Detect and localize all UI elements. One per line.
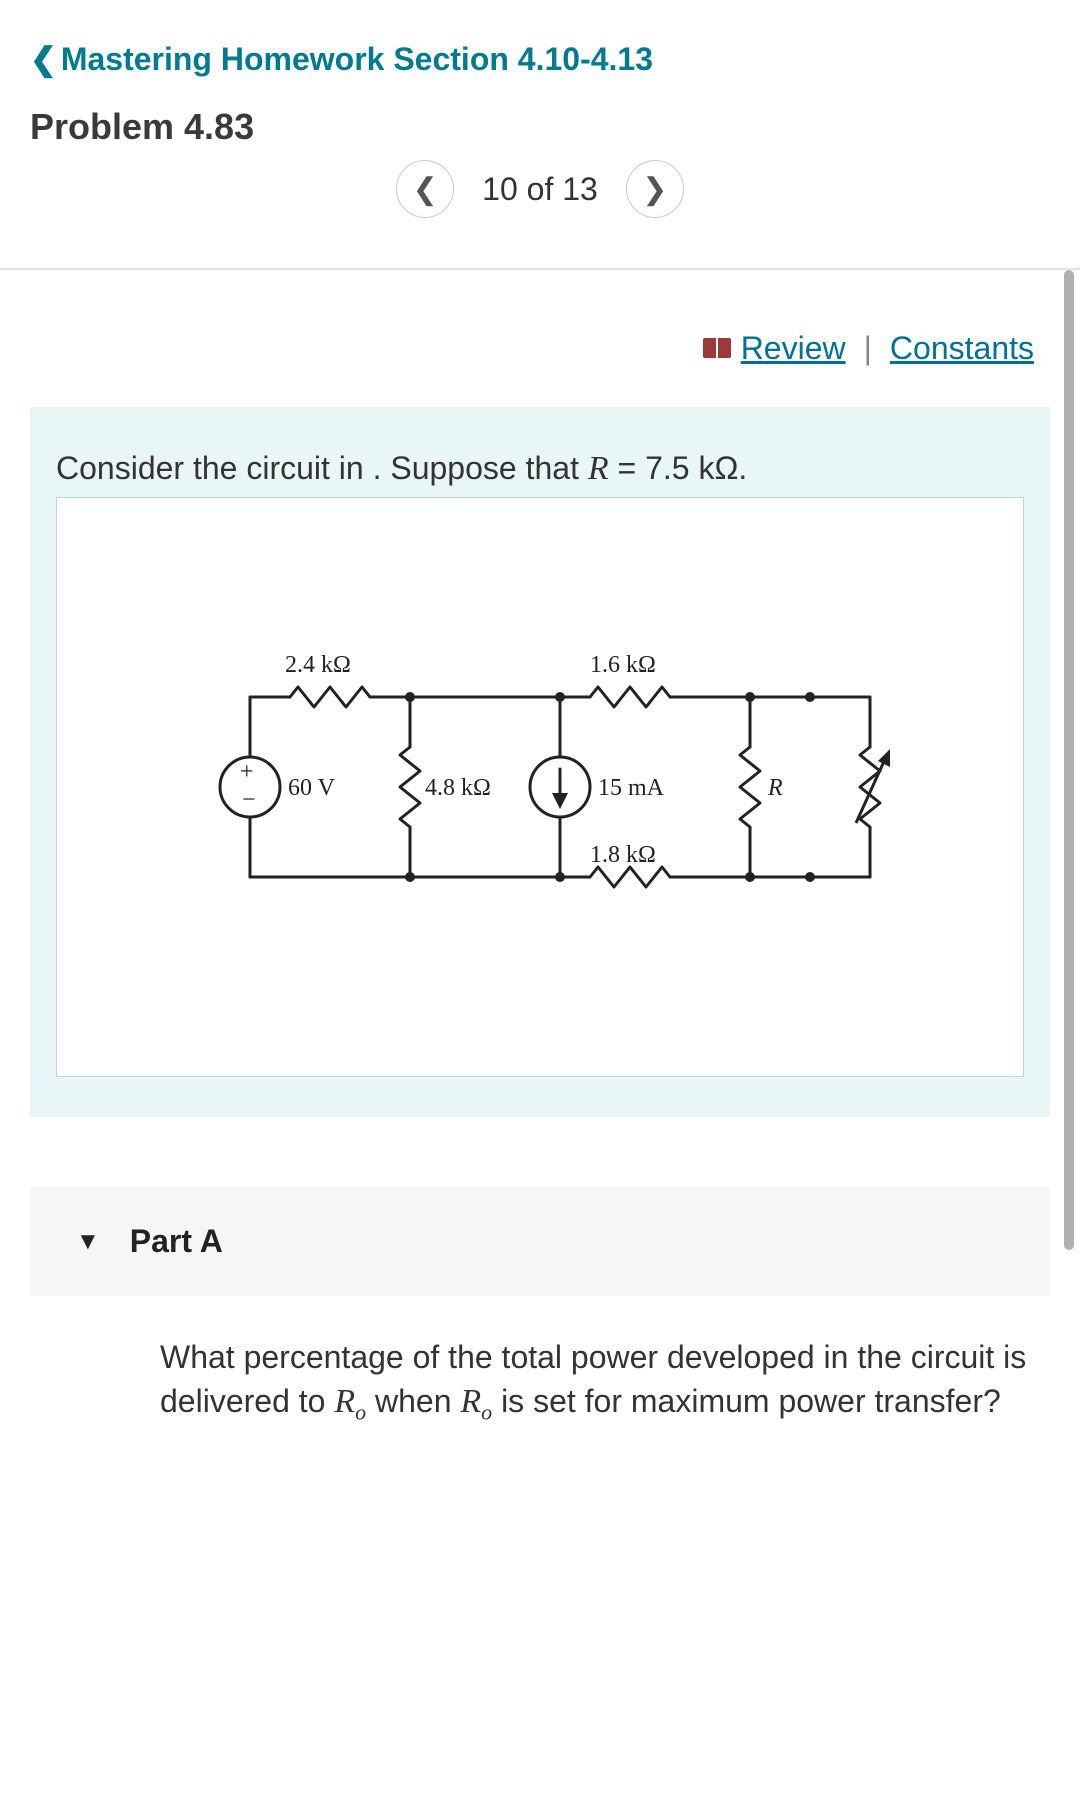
q-seg3: is set for maximum power transfer?: [492, 1383, 1001, 1419]
label-r1: 2.4 kΩ: [285, 652, 351, 678]
intro-prefix: Consider the circuit in . Suppose that: [56, 450, 588, 486]
circuit-figure: .wire{stroke:#222;stroke-width:3;fill:no…: [56, 497, 1024, 1077]
intro-text: Consider the circuit in . Suppose that R…: [56, 447, 1024, 491]
content-area: Review | Constants Consider the circuit …: [0, 270, 1080, 1800]
q-var2: R: [460, 1383, 481, 1420]
part-a-label: Part A: [130, 1223, 223, 1260]
intro-suffix: .: [738, 450, 747, 486]
intro-equals: = 7.5 kΩ: [609, 450, 739, 486]
circuit-diagram: .wire{stroke:#222;stroke-width:3;fill:no…: [190, 617, 890, 957]
svg-text:+: +: [240, 759, 254, 785]
chevron-left-icon: ❮: [30, 40, 57, 78]
intro-var: R: [588, 450, 609, 487]
label-r2: 1.6 kΩ: [590, 652, 656, 678]
prev-button[interactable]: ❮: [396, 160, 454, 218]
label-vsrc: 60 V: [288, 775, 336, 801]
label-Ro: Rₒ: [889, 775, 890, 801]
scrollbar[interactable]: [1064, 270, 1074, 1800]
caret-down-icon: ▼: [76, 1228, 100, 1256]
back-link-label: Mastering Homework Section 4.10-4.13: [61, 41, 653, 78]
book-icon: [703, 338, 731, 360]
constants-link[interactable]: Constants: [890, 330, 1034, 367]
review-link[interactable]: Review: [703, 330, 846, 367]
part-a-question: What percentage of the total power devel…: [30, 1296, 1050, 1427]
chevron-left-icon: ❮: [413, 172, 438, 207]
q-sub2: o: [481, 1400, 492, 1425]
label-R: R: [767, 775, 783, 801]
label-r4: 1.8 kΩ: [590, 842, 656, 868]
svg-text:−: −: [242, 787, 256, 813]
label-r3: 4.8 kΩ: [425, 775, 491, 801]
review-label: Review: [741, 330, 846, 367]
separator: |: [864, 330, 872, 367]
label-isrc: 15 mA: [598, 775, 665, 801]
q-seg2: when: [366, 1383, 460, 1419]
nav-position: 10 of 13: [482, 171, 598, 208]
problem-title: Problem 4.83: [30, 106, 1050, 148]
question-text: What percentage of the total power devel…: [160, 1336, 1030, 1427]
q-var1: R: [334, 1383, 355, 1420]
next-button[interactable]: ❯: [626, 160, 684, 218]
chevron-right-icon: ❯: [642, 172, 667, 207]
problem-nav: ❮ 10 of 13 ❯: [30, 160, 1050, 248]
problem-intro: Consider the circuit in . Suppose that R…: [30, 407, 1050, 1117]
links-row: Review | Constants: [30, 330, 1050, 367]
q-sub1: o: [355, 1400, 366, 1425]
part-a-header[interactable]: ▼ Part A: [30, 1187, 1050, 1296]
scroll-thumb[interactable]: [1064, 270, 1074, 1250]
back-link[interactable]: ❮ Mastering Homework Section 4.10-4.13: [30, 40, 1050, 78]
